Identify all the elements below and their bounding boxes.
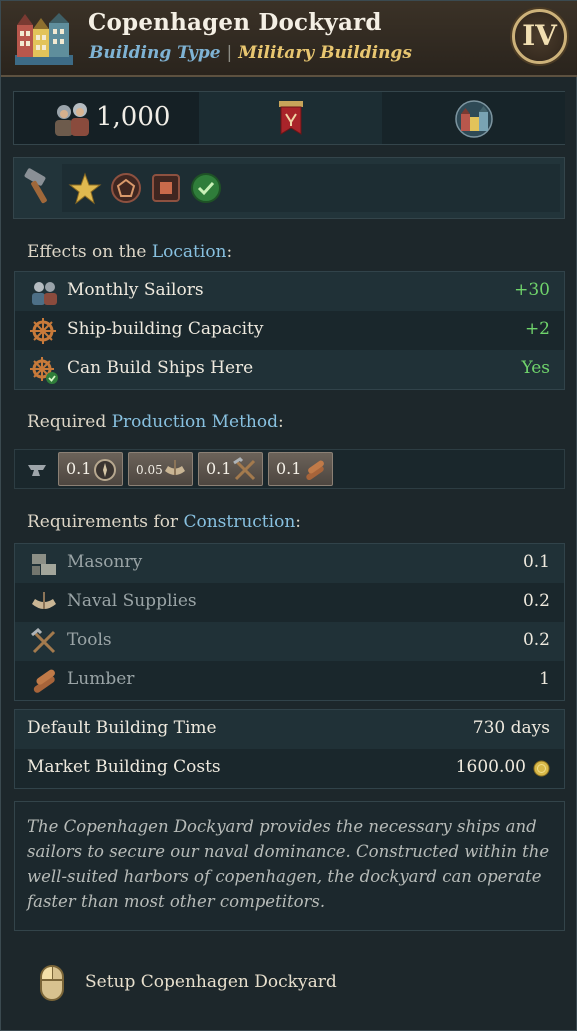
requirement-row-lumber[interactable]: Lumber 1: [15, 661, 564, 700]
construction-heading-suffix: :: [295, 512, 301, 532]
effect-value: Yes: [521, 358, 550, 378]
building-title: Copenhagen Dockyard: [88, 9, 382, 36]
cost-row-market-costs[interactable]: Market Building Costs 1600.00: [15, 749, 564, 788]
requirement-row-tools[interactable]: Tools 0.2: [15, 622, 564, 661]
production-heading: Required Production Method:: [27, 412, 284, 432]
building-type-line: Building Type | Military Buildings: [89, 43, 412, 63]
ship-wheel-icon: [30, 318, 56, 344]
stat-bar: 1,000: [13, 91, 565, 145]
tooltip-header: Copenhagen Dockyard Building Type | Milita…: [1, 1, 577, 77]
requirement-label: Masonry: [67, 552, 143, 572]
construction-requirements-list: Masonry 0.1 Naval Supplies 0.2 Tools 0.2: [14, 543, 565, 701]
production-heading-suffix: :: [277, 412, 284, 432]
effect-row-monthly-sailors[interactable]: Monthly Sailors +30: [15, 272, 564, 311]
cost-value: 730 days: [472, 718, 550, 738]
location-link[interactable]: Location: [152, 242, 227, 262]
building-type-link[interactable]: Building Type: [89, 43, 221, 63]
effect-label: Monthly Sailors: [67, 280, 204, 300]
lumber-icon: [306, 460, 324, 481]
building-tooltip: Copenhagen Dockyard Building Type | Milita…: [0, 0, 577, 1031]
town-houses-icon: [15, 13, 73, 65]
effect-value: +30: [514, 280, 550, 300]
location-cell[interactable]: [382, 92, 565, 144]
requirement-row-masonry[interactable]: Masonry 0.1: [15, 544, 564, 583]
effect-row-ship-building-capacity[interactable]: Ship-building Capacity +2: [15, 311, 564, 350]
setup-building-action[interactable]: Setup Copenhagen Dockyard: [85, 972, 337, 992]
manpower-value: 1,000: [96, 102, 171, 132]
modifier-icon-row: [13, 157, 565, 219]
requirement-label: Lumber: [67, 669, 135, 689]
pentagon-icon[interactable]: [110, 172, 142, 204]
military-cell[interactable]: [199, 92, 382, 144]
naval-supplies-icon: [32, 592, 56, 609]
cost-label: Default Building Time: [27, 718, 217, 738]
effect-label: Ship-building Capacity: [67, 319, 264, 339]
requirement-label: Tools: [67, 630, 112, 650]
production-chip-tools[interactable]: 0.1: [198, 452, 263, 486]
military-banner-icon: [279, 101, 303, 135]
modifier-icons: [62, 164, 560, 212]
effect-label: Can Build Ships Here: [67, 358, 254, 378]
production-chip-naval-supplies[interactable]: 0.05: [128, 452, 193, 486]
cost-value: 1600.00: [455, 757, 526, 777]
production-heading-prefix: Required: [27, 412, 112, 432]
construction-link[interactable]: Construction: [183, 512, 295, 532]
cost-row-building-time[interactable]: Default Building Time 730 days: [15, 710, 564, 749]
hammer-icon[interactable]: [22, 168, 56, 206]
tools-icon: [233, 457, 256, 481]
masonry-icon: [32, 554, 56, 575]
sailors-icon: [32, 282, 57, 305]
construction-heading-prefix: Requirements for: [27, 512, 184, 532]
naval-supplies-icon: [165, 460, 185, 475]
cost-label: Market Building Costs: [27, 757, 221, 777]
mouse-icon: [40, 965, 64, 1001]
effects-heading-prefix: Effects on the: [27, 242, 152, 262]
requirement-value: 0.2: [522, 591, 550, 611]
lumber-icon: [33, 669, 55, 693]
building-category[interactable]: Military Buildings: [238, 43, 412, 63]
production-method-bar: 0.1 0.05 0.1 0.1: [14, 449, 565, 489]
gold-coin-icon: [533, 760, 550, 777]
production-chip-compass[interactable]: 0.1: [58, 452, 123, 486]
production-method-link[interactable]: Production Method: [112, 412, 278, 432]
description-box: The Copenhagen Dockyard provides the nec…: [14, 801, 565, 931]
tools-icon: [31, 628, 56, 654]
chip-value: 0.05: [136, 463, 163, 477]
square-icon[interactable]: [150, 172, 182, 204]
soldiers-icon: [55, 103, 89, 136]
effect-value: +2: [524, 319, 550, 339]
compass-icon: [94, 459, 116, 481]
manpower-cell[interactable]: 1,000: [14, 92, 199, 144]
construction-heading: Requirements for Construction:: [27, 512, 301, 532]
requirement-value: 1: [539, 669, 550, 689]
tier-badge: IV: [512, 9, 567, 64]
chip-value: 0.1: [276, 459, 302, 478]
star-icon[interactable]: [68, 172, 102, 206]
effects-heading: Effects on the Location:: [27, 242, 232, 262]
requirement-label: Naval Supplies: [67, 591, 197, 611]
checkmark-icon[interactable]: [190, 172, 222, 204]
effect-row-can-build-ships[interactable]: Can Build Ships Here Yes: [15, 350, 564, 389]
building-costs-list: Default Building Time 730 days Market Bu…: [14, 709, 565, 789]
chip-value: 0.1: [206, 459, 232, 478]
anvil-icon: [28, 465, 46, 476]
town-houses-icon: [455, 100, 493, 138]
requirement-value: 0.1: [522, 552, 550, 572]
requirement-row-naval-supplies[interactable]: Naval Supplies 0.2: [15, 583, 564, 622]
ship-wheel-check-icon: [30, 357, 58, 384]
building-description: The Copenhagen Dockyard provides the nec…: [27, 817, 550, 911]
effects-heading-suffix: :: [226, 242, 233, 262]
production-chip-lumber[interactable]: 0.1: [268, 452, 333, 486]
chip-value: 0.1: [66, 459, 92, 478]
effects-list: Monthly Sailors +30 Ship-building Capaci…: [14, 271, 565, 390]
requirement-value: 0.2: [522, 630, 550, 650]
subtitle-separator: |: [226, 43, 233, 63]
